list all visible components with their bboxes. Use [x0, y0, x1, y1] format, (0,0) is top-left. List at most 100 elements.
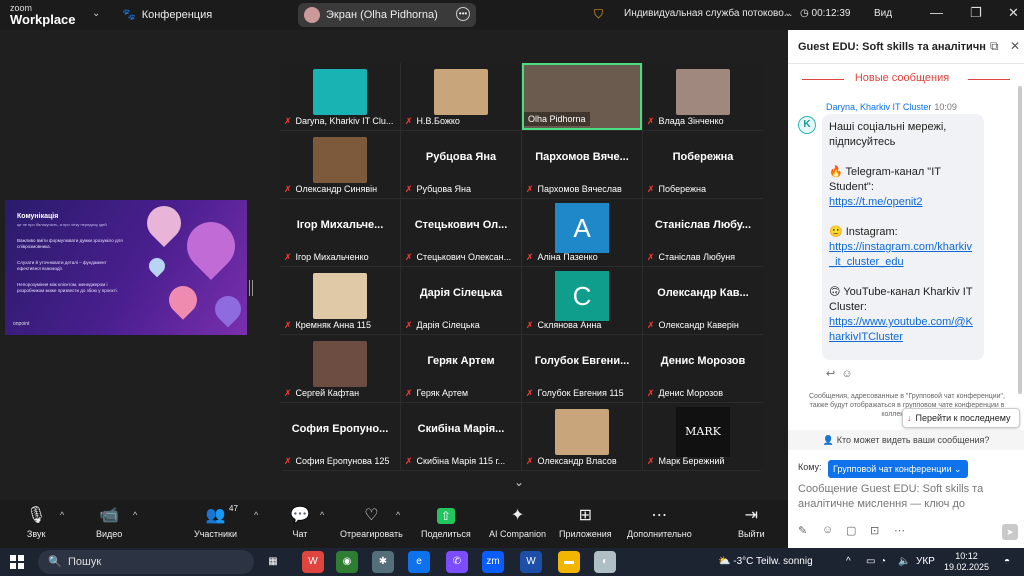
task-view-icon[interactable]: ▦	[262, 551, 284, 573]
popout-icon[interactable]: ⧉	[990, 39, 999, 54]
participant-tile[interactable]: Дарія Сілецька ✗ Дарія Сілецька	[401, 267, 521, 334]
chevron-up-icon[interactable]: ^	[320, 510, 324, 520]
chevron-up-icon[interactable]: ^	[60, 510, 64, 520]
participant-tile[interactable]: A ✗ Аліна Пазенко	[522, 199, 642, 266]
chat-title: Guest EDU: Soft skills та аналітичне ...	[798, 41, 986, 53]
chevron-up-icon[interactable]: ^	[846, 556, 851, 567]
conference-menu[interactable]: 🐾 Конференция	[122, 8, 212, 21]
participant-tile[interactable]: Геряк Артем ✗ Геряк Артем	[401, 335, 521, 402]
audio-button[interactable]: 🎙 Звук	[26, 506, 46, 539]
compose-toolbar: ✎ ☺ ▢ ⊡ ⋯	[798, 524, 1018, 542]
participant-tile[interactable]: C ✗ Склянова Анна	[522, 267, 642, 334]
taskbar-search[interactable]: 🔍 Пошук	[38, 550, 254, 574]
chat-scrollbar[interactable]	[1018, 86, 1022, 394]
more-icon[interactable]: ⋯	[894, 524, 905, 537]
emoji-react-icon[interactable]: ☺	[841, 368, 852, 380]
language-indicator[interactable]: УКР	[916, 556, 935, 567]
shield-icon[interactable]: ⛉	[594, 7, 603, 22]
windows-start-icon[interactable]	[10, 555, 24, 569]
volume-icon[interactable]: 🔈	[898, 556, 910, 567]
format-icon[interactable]: ✎	[798, 524, 807, 537]
resize-handle[interactable]	[249, 280, 253, 296]
chevron-up-icon[interactable]: ^	[254, 510, 258, 520]
apps-button[interactable]: ⊞ Приложения	[559, 506, 612, 539]
telegram-link[interactable]: https://t.me/openit2	[829, 196, 923, 208]
file-icon[interactable]: ▢	[846, 524, 856, 537]
view-menu[interactable]: Вид	[874, 8, 892, 19]
weather-icon: ⛅	[718, 556, 731, 567]
app-icon[interactable]: ◐	[594, 551, 616, 573]
chevron-down-icon[interactable]: ⌄	[514, 475, 524, 489]
share-button[interactable]: ⇧ Поделиться	[421, 506, 471, 539]
chevron-down-icon[interactable]: ⌄	[784, 8, 792, 19]
folder-icon[interactable]: ▬	[558, 551, 580, 573]
participant-tile[interactable]: ✗ Кремняк Анна 115	[280, 267, 400, 334]
participant-tile[interactable]: Пархомов Вяче... ✗ Пархомов Вячеслав	[522, 131, 642, 198]
participant-tile[interactable]: Станіслав Любу... ✗ Станіслав Любуня	[643, 199, 763, 266]
mic-muted-icon: ✗	[647, 456, 655, 466]
streaming-service-label[interactable]: Индивидуальная служба потоково...	[624, 8, 792, 19]
edge-icon[interactable]: e	[408, 551, 430, 573]
instagram-link[interactable]: https://instagram.com/kharkiv_it_cluster…	[829, 241, 972, 268]
participant-name-label: ✗ Олександр Власов	[526, 456, 617, 466]
minimize-icon[interactable]: —	[930, 5, 943, 20]
weather-widget[interactable]: ⛅ -3°C Teilw. sonnig	[718, 556, 813, 567]
chevron-up-icon[interactable]: ^	[396, 510, 400, 520]
close-icon[interactable]: ✕	[1010, 39, 1020, 53]
participant-tile[interactable]: ✗ Олександр Синявін	[280, 131, 400, 198]
word-icon[interactable]: W	[520, 551, 542, 573]
participant-tile[interactable]: Ігор Михальче... ✗ Ігор Михальченко	[280, 199, 400, 266]
app-icon[interactable]: ✱	[372, 551, 394, 573]
participant-tile[interactable]: Рубцова Яна ✗ Рубцова Яна	[401, 131, 521, 198]
participant-tile[interactable]: Денис Морозов ✗ Денис Морозов	[643, 335, 763, 402]
participant-tile[interactable]: ✗ Сергей Кафтан	[280, 335, 400, 402]
reply-icon[interactable]: ↩	[826, 368, 835, 380]
maximize-icon[interactable]: ❐	[970, 5, 982, 21]
participant-tile[interactable]: ✗ Daryna, Kharkiv IT Clu...	[280, 63, 400, 130]
close-icon[interactable]: ✕	[1008, 5, 1019, 21]
emoji-icon[interactable]: ☺	[822, 524, 833, 536]
network-icon[interactable]: ◔	[880, 556, 886, 567]
avatar	[304, 7, 320, 23]
chat-input[interactable]: Сообщение Guest EDU: Soft skills та анал…	[798, 482, 1012, 512]
chrome-icon[interactable]: ◉	[336, 551, 358, 573]
participant-tile[interactable]: Стецькович Ол... ✗ Стецькович Олексан...	[401, 199, 521, 266]
more-options-icon[interactable]: •••	[456, 7, 470, 21]
chevron-up-icon[interactable]: ^	[133, 510, 137, 520]
more-button[interactable]: ⋯ Дополнительно	[627, 506, 692, 539]
participant-display-name: Побережна	[672, 151, 734, 163]
participant-tile[interactable]: Скибіна Марія... ✗ Скибіна Марія 115 г...	[401, 403, 521, 470]
shared-screen[interactable]: Комунікація це не про балакучість, а про…	[5, 198, 247, 335]
participant-tile[interactable]: ✗ Олександр Власов	[522, 403, 642, 470]
participant-tile[interactable]: ✗ Н.В.Божко	[401, 63, 521, 130]
participant-tile[interactable]: ✗ Влада Зінченко	[643, 63, 763, 130]
participant-tile[interactable]: Олександр Кав... ✗ Олександр Каверін	[643, 267, 763, 334]
send-button[interactable]: ➤	[1002, 524, 1018, 540]
taskbar-clock[interactable]: 10:12 19.02.2025	[944, 551, 989, 573]
participant-tile[interactable]: Olha Pidhorna	[522, 63, 642, 130]
vivaldi-icon[interactable]: W	[302, 551, 324, 573]
participant-tile[interactable]: Голубок Евгени... ✗ Голубок Евгения 115	[522, 335, 642, 402]
jump-to-latest-button[interactable]: ↓ Перейти к последнему	[902, 408, 1020, 428]
chat-button[interactable]: 💬 Чат	[290, 506, 310, 539]
ai-companion-button[interactable]: ✦ AI Companion	[489, 506, 546, 539]
recipient-select[interactable]: Групповой чат конференции ⌄	[828, 460, 968, 478]
participant-tile[interactable]: MARK ✗ Марк Бережний	[643, 403, 763, 470]
participant-tile[interactable]: София Еропуно... ✗ София Еропунова 125	[280, 403, 400, 470]
screen-share-pill[interactable]: Экран (Olha Pidhorna) •••	[298, 3, 476, 27]
who-can-see-link[interactable]: 👤 Кто может видеть ваши сообщения?	[788, 430, 1024, 450]
zoom-icon[interactable]: zm	[482, 551, 504, 573]
youtube-link[interactable]: https://www.youtube.com/@KharkivITCluste…	[829, 316, 973, 343]
chevron-down-icon[interactable]: ⌄	[92, 8, 100, 19]
photo-pin	[163, 280, 203, 320]
video-button[interactable]: 📹 Видео	[96, 506, 122, 539]
participant-tile[interactable]: Побережна ✗ Побережна	[643, 131, 763, 198]
app-icon[interactable]: ▭	[866, 556, 875, 567]
notifications-icon[interactable]: ◓	[1004, 556, 1010, 567]
react-button[interactable]: ♡ Отреагировать	[340, 506, 403, 539]
leave-button[interactable]: ⇥ Выйти	[738, 506, 765, 539]
screenshot-icon[interactable]: ⊡	[870, 524, 879, 537]
viber-icon[interactable]: ✆	[446, 551, 468, 573]
participant-name-label: ✗ Олександр Каверін	[647, 320, 739, 330]
participant-display-name: Дарія Сілецька	[419, 287, 503, 299]
